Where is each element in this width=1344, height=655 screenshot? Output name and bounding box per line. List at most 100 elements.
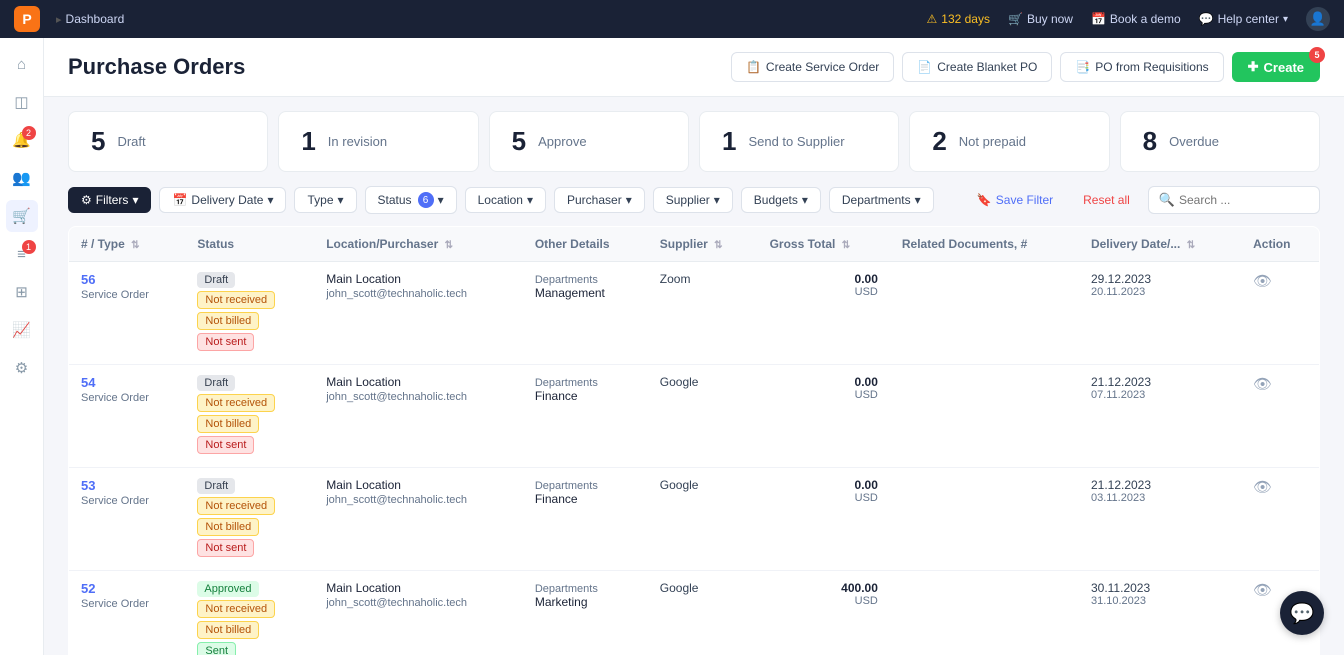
col-delivery-date[interactable]: Delivery Date/... ⇅ [1079, 227, 1241, 262]
cart-icon: 🛒 [1008, 12, 1023, 26]
status-card-not-prepaid[interactable]: 2Not prepaid [909, 111, 1109, 172]
departments-chevron-icon: ▾ [915, 193, 921, 207]
po-number[interactable]: 56 [81, 272, 95, 287]
location-filter[interactable]: Location ▾ [465, 187, 546, 213]
supplier-name: Google [660, 478, 699, 492]
create-badge: 5 [1309, 47, 1325, 63]
status-filter[interactable]: Status 6 ▾ [365, 186, 457, 214]
po-type: Service Order [81, 495, 149, 507]
col-gross-total[interactable]: Gross Total ⇅ [758, 227, 890, 262]
service-order-icon: 📋 [746, 60, 761, 74]
cell-id-type: 52 Service Order [69, 571, 186, 655]
chevron-down-icon: ▾ [1283, 14, 1288, 25]
sidebar-icon-contacts[interactable]: 👥 [6, 162, 38, 194]
user-avatar[interactable]: 👤 [1306, 7, 1330, 31]
type-filter[interactable]: Type ▾ [294, 187, 356, 213]
delivery-date-secondary: 20.11.2023 [1091, 286, 1229, 298]
cell-location: Main Location john_scott@technaholic.tec… [314, 571, 523, 655]
cell-id-type: 53 Service Order [69, 468, 186, 571]
table-row: 54 Service Order DraftNot receivedNot bi… [69, 365, 1320, 468]
book-demo-link[interactable]: 📅 Book a demo [1091, 12, 1181, 26]
status-num: 2 [932, 126, 946, 157]
location-email: john_scott@technaholic.tech [326, 597, 467, 609]
plus-icon: ✚ [1248, 59, 1259, 75]
cell-supplier: Zoom [648, 262, 758, 365]
save-filter-button[interactable]: 🔖 Save Filter [965, 188, 1065, 212]
status-card-overdue[interactable]: 8Overdue [1120, 111, 1320, 172]
view-action-icon[interactable]: 👁 [1253, 582, 1272, 599]
status-badge: Not received [197, 497, 275, 515]
help-center-link[interactable]: 💬 Help center ▾ [1199, 12, 1288, 26]
create-service-order-button[interactable]: 📋 Create Service Order [731, 52, 894, 82]
po-from-requisitions-button[interactable]: 📑 PO from Requisitions [1060, 52, 1223, 82]
search-input[interactable] [1179, 193, 1309, 207]
status-card-draft[interactable]: 5Draft [68, 111, 268, 172]
status-badge: Draft [197, 478, 235, 494]
po-type: Service Order [81, 598, 149, 610]
status-card-approve[interactable]: 5Approve [489, 111, 689, 172]
filter-icon: ⚙ [81, 193, 92, 207]
cell-status: DraftNot receivedNot billedNot sent [185, 262, 314, 365]
budgets-chevron-icon: ▾ [802, 193, 808, 207]
budgets-filter[interactable]: Budgets ▾ [741, 187, 821, 213]
create-button[interactable]: ✚ Create 5 [1232, 52, 1320, 82]
supplier-name: Google [660, 581, 699, 595]
gross-currency: USD [770, 595, 878, 607]
brand: P [14, 6, 40, 32]
location-chevron-icon: ▾ [527, 193, 533, 207]
status-label: Draft [117, 134, 145, 149]
sidebar-icon-list[interactable]: ≡ 1 [6, 238, 38, 270]
status-num: 5 [512, 126, 526, 157]
cell-id-type: 56 Service Order [69, 262, 186, 365]
po-number[interactable]: 53 [81, 478, 95, 493]
view-action-icon[interactable]: 👁 [1253, 479, 1272, 496]
supplier-chevron-icon: ▾ [714, 193, 720, 207]
table-wrap: # / Type ⇅ Status Location/Purchaser ⇅ O… [44, 226, 1344, 655]
sidebar-icon-analytics[interactable]: ◫ [6, 86, 38, 118]
sidebar-icon-notifications[interactable]: 🔔 2 [6, 124, 38, 156]
location-name: Main Location [326, 375, 401, 389]
sidebar-icon-home[interactable]: ⌂ [6, 48, 38, 80]
table-body: 56 Service Order DraftNot receivedNot bi… [69, 262, 1320, 655]
calendar-filter-icon: 📅 [172, 193, 187, 207]
create-blanket-po-button[interactable]: 📄 Create Blanket PO [902, 52, 1052, 82]
filters-button[interactable]: ⚙ Filters ▾ [68, 187, 151, 213]
view-action-icon[interactable]: 👁 [1253, 376, 1272, 393]
sidebar-icon-grid[interactable]: ⊞ [6, 276, 38, 308]
status-badge: Not received [197, 600, 275, 618]
chat-button[interactable]: 💬 [1280, 591, 1324, 635]
logo[interactable]: P [14, 6, 40, 32]
delivery-date-primary: 30.11.2023 [1091, 581, 1229, 595]
alert-days[interactable]: ⚠ 132 days [927, 12, 990, 26]
buy-now-link[interactable]: 🛒 Buy now [1008, 12, 1073, 26]
gross-amount: 0.00 [770, 478, 878, 492]
reset-all-button[interactable]: Reset all [1073, 188, 1140, 212]
supplier-filter[interactable]: Supplier ▾ [653, 187, 733, 213]
col-status[interactable]: Status [185, 227, 314, 262]
status-badge: Not billed [197, 621, 259, 639]
cell-related-docs [890, 571, 1079, 655]
po-number[interactable]: 52 [81, 581, 95, 596]
cell-supplier: Google [648, 365, 758, 468]
sidebar-icon-reports[interactable]: 📈 [6, 314, 38, 346]
purchase-orders-table: # / Type ⇅ Status Location/Purchaser ⇅ O… [68, 226, 1320, 655]
col-supplier[interactable]: Supplier ⇅ [648, 227, 758, 262]
departments-filter[interactable]: Departments ▾ [829, 187, 934, 213]
view-action-icon[interactable]: 👁 [1253, 273, 1272, 290]
status-badge: Not billed [197, 518, 259, 536]
location-email: john_scott@technaholic.tech [326, 391, 467, 403]
purchaser-filter[interactable]: Purchaser ▾ [554, 187, 645, 213]
status-card-in-revision[interactable]: 1In revision [278, 111, 478, 172]
delivery-date-filter[interactable]: 📅 Delivery Date ▾ [159, 187, 286, 213]
col-type[interactable]: # / Type ⇅ [69, 227, 186, 262]
sidebar-icon-purchase[interactable]: 🛒 [6, 200, 38, 232]
cell-action: 👁 [1241, 365, 1319, 468]
sidebar-icon-settings[interactable]: ⚙ [6, 352, 38, 384]
status-card-send-to-supplier[interactable]: 1Send to Supplier [699, 111, 899, 172]
supplier-name: Google [660, 375, 699, 389]
col-location[interactable]: Location/Purchaser ⇅ [314, 227, 523, 262]
po-number[interactable]: 54 [81, 375, 95, 390]
dashboard-link[interactable]: ▸ Dashboard [56, 12, 124, 26]
sort-icon-location: ⇅ [445, 240, 453, 251]
cell-status: DraftNot receivedNot billedNot sent [185, 468, 314, 571]
